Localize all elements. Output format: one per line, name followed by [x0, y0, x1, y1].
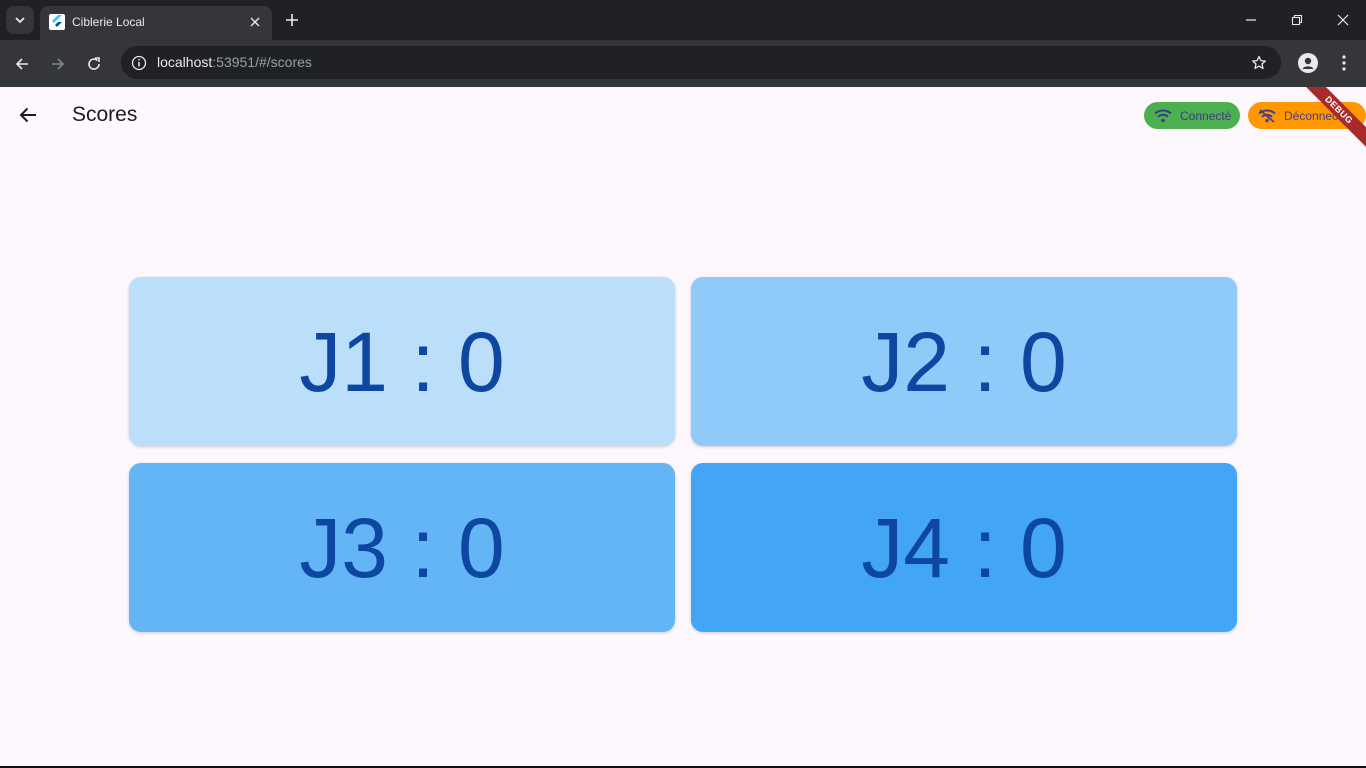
browser-menu-button[interactable]: [1332, 51, 1356, 75]
score-text-j3: J3 : 0: [299, 500, 505, 595]
profile-icon: [1298, 53, 1318, 73]
score-card-j1: J1 : 0: [129, 277, 675, 446]
app-back-button[interactable]: [12, 99, 44, 131]
browser-toolbar: localhost:53951/#/scores: [0, 40, 1366, 87]
back-nav-button[interactable]: [8, 50, 36, 78]
url-path: :53951/#/scores: [212, 54, 312, 70]
status-chip-connected[interactable]: Connecté: [1144, 102, 1240, 129]
star-icon: [1252, 55, 1266, 70]
status-connected-label: Connecté: [1180, 108, 1232, 123]
restore-icon: [1291, 14, 1303, 26]
score-text-j4: J4 : 0: [861, 500, 1067, 595]
info-icon[interactable]: [130, 54, 147, 71]
url-text: localhost:53951/#/scores: [157, 54, 312, 71]
close-icon: [1337, 14, 1349, 26]
wifi-icon: [1154, 107, 1172, 125]
browser-tab-bar: Ciblerie Local: [0, 0, 1366, 40]
plus-icon: [286, 14, 298, 26]
flutter-favicon-icon: [49, 14, 65, 30]
restore-button[interactable]: [1274, 0, 1320, 40]
score-card-j4: J4 : 0: [691, 463, 1237, 632]
chevron-down-icon: [15, 17, 25, 24]
close-window-button[interactable]: [1320, 0, 1366, 40]
address-bar[interactable]: localhost:53951/#/scores: [121, 46, 1281, 79]
close-icon: [250, 17, 260, 27]
reload-icon: [88, 57, 100, 70]
profile-button[interactable]: [1296, 51, 1320, 75]
score-card-j2: J2 : 0: [691, 277, 1237, 446]
tab-title: Ciblerie Local: [72, 15, 145, 29]
forward-nav-button[interactable]: [44, 50, 72, 78]
score-text-j2: J2 : 0: [861, 314, 1067, 409]
app-content: Scores Connecté Déconnecté DEBUG J1 : 0 …: [0, 87, 1366, 768]
browser-tab[interactable]: Ciblerie Local: [40, 6, 272, 40]
page-title: Scores: [72, 103, 138, 126]
bookmark-star-button[interactable]: [1249, 53, 1269, 73]
reload-button[interactable]: [80, 50, 108, 78]
tab-search-button[interactable]: [6, 6, 34, 34]
minimize-button[interactable]: [1228, 0, 1274, 40]
score-card-j3: J3 : 0: [129, 463, 675, 632]
more-vert-icon: [1342, 55, 1346, 71]
arrow-right-icon: [52, 58, 65, 70]
new-tab-button[interactable]: [280, 8, 304, 32]
wifi-off-icon: [1258, 107, 1276, 125]
arrow-left-icon: [15, 58, 28, 70]
minimize-icon: [1246, 19, 1256, 21]
tab-close-button[interactable]: [246, 13, 264, 31]
score-text-j1: J1 : 0: [299, 314, 505, 409]
arrow-back-icon: [19, 107, 36, 123]
url-host: localhost: [157, 54, 213, 70]
